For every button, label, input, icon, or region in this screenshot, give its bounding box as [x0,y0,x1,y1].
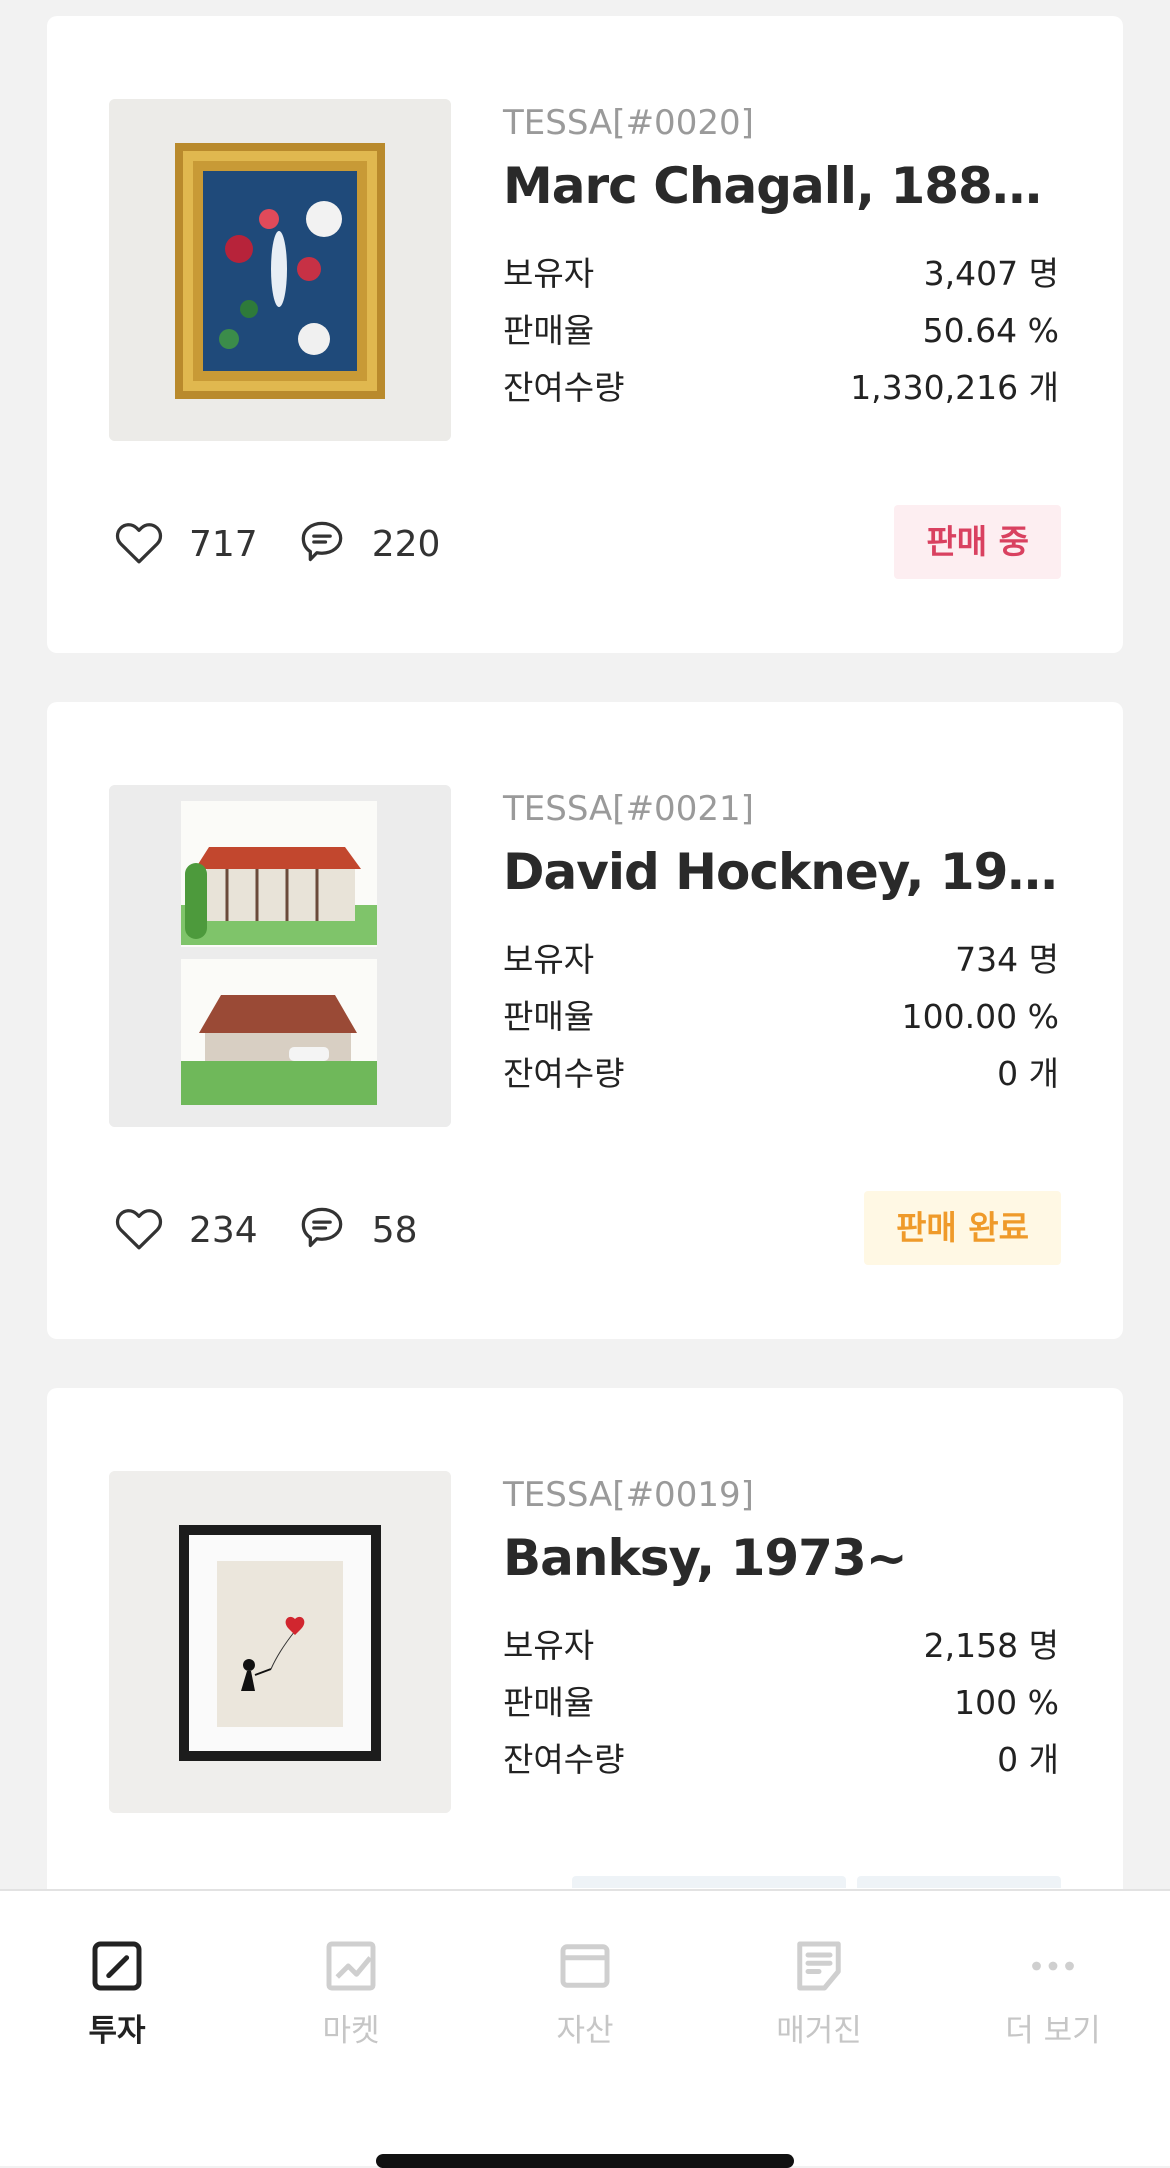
magazine-icon [797,1941,841,1991]
artwork-info: TESSA[#0021] David Hockney, 1937~ 보유자 73… [503,787,1059,1102]
stat-row-sales-rate: 판매율 100 % [503,1674,1059,1731]
tab-label: 더 보기 [1005,2013,1101,2049]
stat-value: 2,158 명 [923,1626,1059,1665]
stat-row-holders: 보유자 734 명 [503,931,1059,988]
artwork-stats: 보유자 2,158 명 판매율 100 % 잔여수량 0 개 [503,1617,1059,1788]
comment-icon[interactable] [294,1200,350,1260]
stat-row-remaining: 잔여수량 1,330,216 개 [503,359,1059,416]
heart-icon[interactable] [111,514,167,574]
partially-visible-badges [572,1876,1061,1888]
stat-label: 보유자 [503,1626,595,1665]
stat-value: 0 개 [997,1740,1059,1779]
stat-label: 판매율 [503,1683,595,1722]
artwork-card[interactable]: TESSA[#0021] David Hockney, 1937~ 보유자 73… [47,702,1123,1339]
card-actions: 234 58 [111,1200,454,1260]
wallet-icon [560,1944,610,1988]
stat-label: 보유자 [503,940,595,979]
painting-image [109,785,451,1127]
artwork-code: TESSA[#0019] [503,1475,754,1515]
stat-value: 3,407 명 [923,254,1059,293]
stat-value: 0 개 [997,1054,1059,1093]
artwork-thumbnail[interactable] [109,1471,451,1813]
artwork-feed: TESSA[#0020] Marc Chagall, 1887~1985 보유자… [47,16,1123,2074]
artwork-stats: 보유자 734 명 판매율 100.00 % 잔여수량 0 개 [503,931,1059,1102]
artwork-code: TESSA[#0021] [503,789,754,829]
stat-label: 판매율 [503,997,595,1036]
painting-image [109,1471,451,1813]
stat-row-sales-rate: 판매율 100.00 % [503,988,1059,1045]
tab-market[interactable]: 마켓 [234,1933,468,2050]
status-badge: 판매 중 [894,505,1061,579]
invest-icon [92,1941,142,1991]
comment-count: 220 [371,523,441,565]
more-dots-icon [1032,1961,1074,1971]
artwork-thumbnail[interactable] [109,785,451,1127]
stat-row-remaining: 잔여수량 0 개 [503,1731,1059,1788]
market-chart-icon [326,1941,376,1991]
tab-label: 자산 [556,2013,614,2049]
tab-more[interactable]: 더 보기 [936,1933,1170,2050]
artwork-stats: 보유자 3,407 명 판매율 50.64 % 잔여수량 1,330,216 개 [503,245,1059,416]
stat-value: 50.64 % [922,311,1059,350]
stat-value: 1,330,216 개 [850,368,1059,407]
status-badge: 판매 완료 [864,1191,1061,1265]
artwork-info: TESSA[#0019] Banksy, 1973~ 보유자 2,158 명 판… [503,1473,1059,1788]
stat-row-holders: 보유자 3,407 명 [503,245,1059,302]
artwork-title[interactable]: Marc Chagall, 1887~1985 [503,151,1059,221]
tab-label: 마켓 [322,2013,380,2049]
card-actions: 717 220 [111,514,476,574]
stat-row-remaining: 잔여수량 0 개 [503,1045,1059,1102]
stat-label: 잔여수량 [503,1054,625,1093]
tab-label: 투자 [88,2013,146,2049]
comment-icon[interactable] [294,514,350,574]
stat-value: 100.00 % [901,997,1059,1036]
stat-label: 보유자 [503,254,595,293]
stat-label: 판매율 [503,311,595,350]
tab-magazine[interactable]: 매거진 [702,1933,936,2050]
tab-assets[interactable]: 자산 [468,1933,702,2050]
home-indicator [376,2154,794,2168]
stat-row-sales-rate: 판매율 50.64 % [503,302,1059,359]
comment-count: 58 [371,1209,418,1251]
artwork-thumbnail[interactable] [109,99,451,441]
tab-invest[interactable]: 투자 [0,1933,234,2050]
stat-row-holders: 보유자 2,158 명 [503,1617,1059,1674]
like-count: 234 [189,1209,258,1251]
painting-image [109,99,451,441]
bottom-tab-bar: 투자 마켓 자산 매거진 더 보기 [0,1889,1170,2166]
artwork-card[interactable]: TESSA[#0020] Marc Chagall, 1887~1985 보유자… [47,16,1123,653]
stat-label: 잔여수량 [503,368,625,407]
like-count: 717 [189,523,258,565]
artwork-title[interactable]: Banksy, 1973~ [503,1523,1059,1593]
heart-icon[interactable] [111,1200,167,1260]
tab-label: 매거진 [776,2013,862,2049]
artwork-title[interactable]: David Hockney, 1937~ [503,837,1059,907]
artwork-info: TESSA[#0020] Marc Chagall, 1887~1985 보유자… [503,101,1059,416]
stat-value: 100 % [954,1683,1059,1722]
stat-value: 734 명 [955,940,1059,979]
artwork-code: TESSA[#0020] [503,103,754,143]
stat-label: 잔여수량 [503,1740,625,1779]
